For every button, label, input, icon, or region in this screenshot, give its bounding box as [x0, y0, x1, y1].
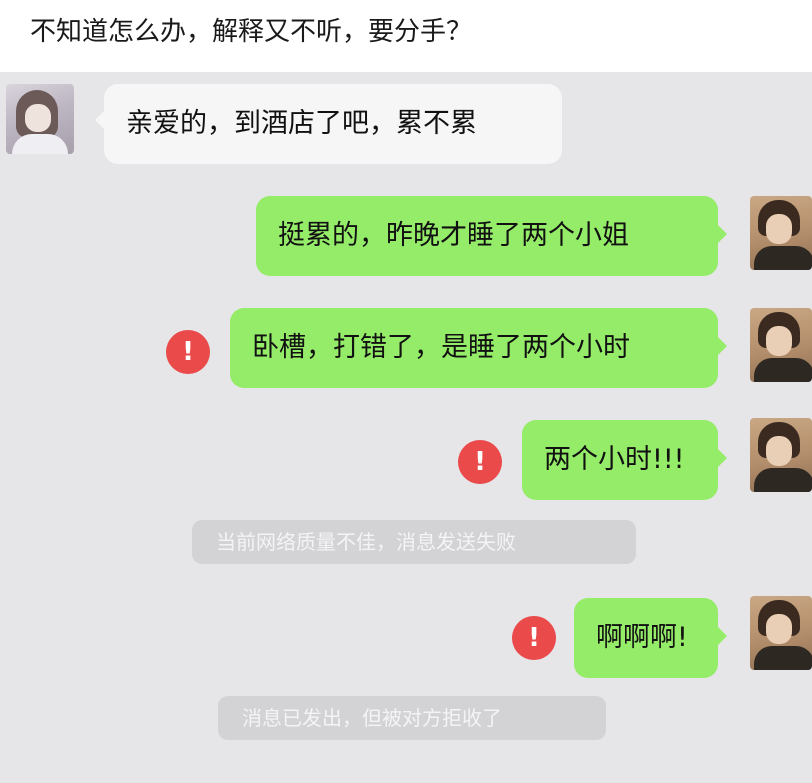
message-bubble-outgoing[interactable]: 两个小时!!!	[522, 420, 727, 500]
chat-area[interactable]: 亲爱的，到酒店了吧，累不累 挺累的，昨晚才睡了两个小姐 ! 卧槽，打错了，是睡了…	[0, 72, 812, 783]
message-bubble-outgoing[interactable]: 挺累的，昨晚才睡了两个小姐	[256, 196, 727, 276]
user-avatar[interactable]	[750, 308, 812, 382]
user-avatar[interactable]	[750, 196, 812, 270]
system-notice: 当前网络质量不佳，消息发送失败	[192, 520, 636, 564]
message-bubble-outgoing[interactable]: 啊啊啊!	[574, 598, 727, 678]
contact-avatar[interactable]	[6, 84, 74, 154]
user-avatar[interactable]	[750, 596, 812, 670]
message-bubble-incoming[interactable]: 亲爱的，到酒店了吧，累不累	[95, 84, 562, 164]
user-avatar[interactable]	[750, 418, 812, 492]
post-title: 不知道怎么办，解释又不听，要分手？	[30, 17, 473, 47]
send-failed-icon[interactable]: !	[512, 616, 556, 660]
send-failed-icon[interactable]: !	[458, 440, 502, 484]
system-notice: 消息已发出，但被对方拒收了	[218, 696, 606, 740]
send-failed-icon[interactable]: !	[166, 330, 210, 374]
message-bubble-outgoing[interactable]: 卧槽，打错了，是睡了两个小时	[230, 308, 727, 388]
